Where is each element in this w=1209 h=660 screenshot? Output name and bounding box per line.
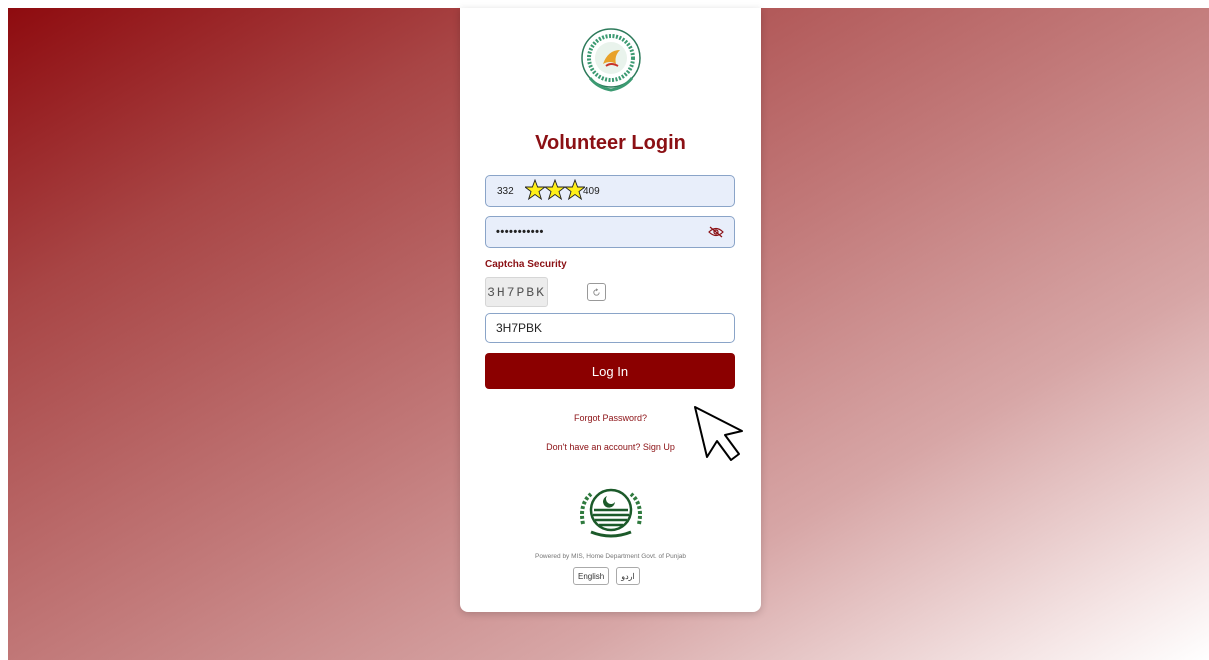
powered-by-text: Powered by MIS, Home Department Govt. of… bbox=[534, 553, 686, 560]
language-english-button[interactable]: English bbox=[573, 567, 610, 585]
password-value: ••••••••••• bbox=[496, 226, 544, 238]
password-input[interactable]: ••••••••••• bbox=[485, 216, 735, 248]
organization-logo bbox=[581, 28, 641, 92]
captcha-image: 3H7PBK bbox=[485, 277, 548, 307]
login-button[interactable]: Log In bbox=[485, 353, 735, 389]
cnic-input[interactable]: 332 409 bbox=[485, 175, 735, 207]
captcha-label: Captcha Security bbox=[485, 259, 567, 270]
cnic-prefix: 332 bbox=[497, 186, 514, 197]
cnic-suffix: 409 bbox=[583, 186, 600, 197]
redaction-stars-icon bbox=[525, 179, 585, 201]
login-card: Volunteer Login 332 409 ••••••••••• Capt… bbox=[460, 8, 761, 612]
punjab-government-logo bbox=[580, 488, 642, 538]
eye-slash-icon[interactable] bbox=[708, 226, 724, 238]
refresh-icon bbox=[593, 287, 600, 296]
captcha-refresh-button[interactable] bbox=[587, 283, 606, 301]
page-title: Volunteer Login bbox=[535, 132, 686, 154]
mouse-cursor-icon bbox=[694, 406, 743, 461]
captcha-input[interactable]: 3H7PBK bbox=[485, 313, 735, 343]
language-switcher: English اردو bbox=[573, 567, 640, 585]
language-urdu-button[interactable]: اردو bbox=[616, 567, 640, 585]
